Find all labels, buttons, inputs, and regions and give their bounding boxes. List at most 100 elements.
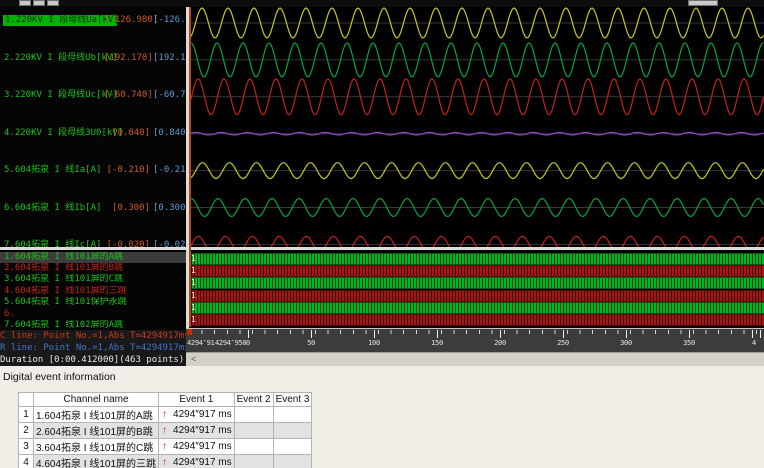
top-scrollbar-button[interactable] [19,0,31,6]
time-tick-label: 200 [494,339,506,347]
time-tick-label: 4 [752,339,756,347]
cursor-c-value: [-60.740] [104,90,153,100]
cursor-c-value: [-0.210] [106,165,150,175]
analog-channel-row[interactable]: 5.604拓泉 I 线Ia[A] [-0.210] [-0.210] [0,165,186,177]
row-event-1: ↑ 4294″917 ms [158,406,235,423]
digital-channel-row[interactable]: 1.604拓泉 I 线101屏的A跳 [0,251,186,263]
cursor-r-value: [-126.980] [153,15,186,25]
digital-channel-row[interactable]: 3.604拓泉 I 线101屏的C跳 [0,274,186,285]
cursor-c-value: [-126.980] [104,15,159,25]
analog-channel-row[interactable]: 6.604拓泉 I 线Ib[A] [0.300] [0.300] [0,203,186,215]
row-channel-name: 2.604拓泉 I 线101屏的B跳 [32,422,160,439]
digital-bar-value: 1 [191,290,196,300]
fault-recorder-window: 1.220KV I 段母线Ua[kV] [-126.980] [-126.980… [0,0,764,468]
digital-bar-value: 1 [191,302,196,312]
digital-channel-row[interactable]: 5.604拓泉 I 线101保护永跳 [0,297,186,308]
channel-list-panel: 1.220KV I 段母线Ua[kV] [-126.980] [-126.980… [0,7,186,366]
cursor-line[interactable] [189,7,191,327]
cursor-r-value: [0.840] [153,127,186,138]
digital-event-panel: Digital event information Channel name E… [0,366,764,468]
cursor-status-block: C line: Point No.=1,Abs T=4294917ms, Rel… [0,330,186,366]
event-1-time: 4294″917 ms [173,441,232,452]
table-row[interactable]: 1 1.604拓泉 I 线101屏的A跳 ↑ 4294″917 ms [18,406,313,423]
scroll-left-icon[interactable]: < [191,354,196,364]
up-arrow-icon: ↑ [162,425,168,436]
row-event-3 [272,406,313,423]
waveform-workspace: 1.220KV I 段母线Ua[kV] [-126.980] [-126.980… [0,7,764,366]
analog-channel-row[interactable]: 7.604拓泉 I 线Ic[A] [-0.020] [-0.020] [0,240,186,252]
up-arrow-icon: ↑ [162,441,168,452]
cursor-r-value: [-0.210] [153,165,186,175]
col-event-1: Event 1 [158,392,235,407]
row-event-3 [272,454,313,468]
row-event-2 [233,438,274,455]
digital-channel-row[interactable]: 6. [0,309,186,320]
col-event-3: Event 3 [272,392,313,407]
analog-channel-label: 5.604拓泉 I 线Ia[A] [4,165,102,175]
row-event-1: ↑ 4294″917 ms [158,422,235,439]
time-tick-label: 0 [246,339,250,347]
cursor-r-value: [0.300] [153,202,186,213]
col-event-2: Event 2 [233,392,274,407]
cursor-c-value: [192.170] [104,52,153,63]
c-line-status: C line: Point No.=1,Abs T=4294917ms, Rel… [0,331,186,341]
digital-bar-value: 1 [191,266,196,276]
row-number: 1 [18,406,34,423]
row-event-2 [233,406,274,423]
digital-channel-row[interactable]: 2.604拓泉 I 线101屏的B跳 [0,263,186,274]
table-header-row: Channel name Event 1 Event 2 Event 3 [18,392,313,407]
analog-channel-label: 6.604拓泉 I 线Ib[A] [4,202,102,213]
analog-channel-row[interactable]: 2.220KV I 段母线Ub[kV] [192.170] [192.170] [0,53,186,65]
analog-channel-row[interactable]: 4.220KV I 段母线3U0[kV] [0.840] [0.840] [0,128,186,140]
table-row[interactable]: 4 4.604拓泉 I 线101屏的三跳 ↑ 4294″917 ms [18,454,313,468]
top-scrollbar-button[interactable] [47,0,59,6]
row-number: 3 [18,438,34,455]
digital-bar: 1 [189,265,764,278]
row-channel-name: 1.604拓泉 I 线101屏的A跳 [32,406,160,423]
time-tick-label: 4294″950 [215,339,247,347]
digital-bar-value: 1 [191,254,196,263]
waveform-scrollbar-track[interactable]: < [186,352,764,366]
digital-event-table: Channel name Event 1 Event 2 Event 3 1 1… [18,392,313,468]
up-arrow-icon: ↑ [162,409,168,420]
analog-channel-label: 2.220KV I 段母线Ub[kV] [4,52,118,63]
time-tick-label: 250 [557,339,569,347]
analog-channel-label: 3.220KV I 段母线Uc[kV] [4,90,118,100]
cursor-c-value: [0.300] [112,202,150,213]
time-ruler[interactable]: 4294″91 4294″950 0 50 100 150 200 250 300 350 4 [186,328,764,352]
time-tick-label: 300 [620,339,632,347]
cursor-marker-icon[interactable] [187,329,192,335]
digital-bar-value: 1 [191,278,196,288]
top-scrollbar-button[interactable] [33,0,45,6]
waveform-trace [189,235,764,247]
time-tick-label: 150 [431,339,443,347]
waveform-plot [189,7,764,247]
digital-bar: 1 [189,301,764,314]
table-row[interactable]: 2 2.604拓泉 I 线101屏的B跳 ↑ 4294″917 ms [18,422,313,439]
row-event-1: ↑ 4294″917 ms [158,438,235,455]
row-channel-name: 4.604拓泉 I 线101屏的三跳 [32,454,160,468]
cursor-r-value: [-60.740] [153,90,186,100]
digital-channel-row[interactable]: 4.604拓泉 I 线101屏的三跳 [0,286,186,297]
top-scrollbar-track[interactable] [0,0,764,7]
analog-channel-row[interactable]: 3.220KV I 段母线Uc[kV] [-60.740] [-60.740] [0,90,186,102]
event-1-time: 4294″917 ms [173,457,232,468]
row-number: 2 [18,422,34,439]
table-body: 1 1.604拓泉 I 线101屏的A跳 ↑ 4294″917 ms 2 2.60… [18,406,313,468]
top-scrollbar-thumb[interactable] [688,0,718,6]
up-arrow-icon: ↑ [162,457,168,468]
row-event-3 [272,438,313,455]
digital-bar: 1 [189,314,764,326]
time-tick-label: 4294″91 [187,339,215,347]
time-tick-label: 350 [683,339,695,347]
panel-title: Digital event information [3,371,116,383]
row-event-2 [233,454,274,468]
analog-channel-row[interactable]: 1.220KV I 段母线Ua[kV] [-126.980] [-126.980… [0,15,186,27]
row-number: 4 [18,454,34,468]
r-line-status: R line: Point No.=1,Abs T=4294917ms, Rel… [0,343,186,353]
digital-bar: 1 [189,289,764,302]
time-tick-label: 100 [368,339,380,347]
table-row[interactable]: 3 3.604拓泉 I 线101屏的C跳 ↑ 4294″917 ms [18,438,313,455]
col-rownum [18,392,34,407]
row-event-3 [272,422,313,439]
